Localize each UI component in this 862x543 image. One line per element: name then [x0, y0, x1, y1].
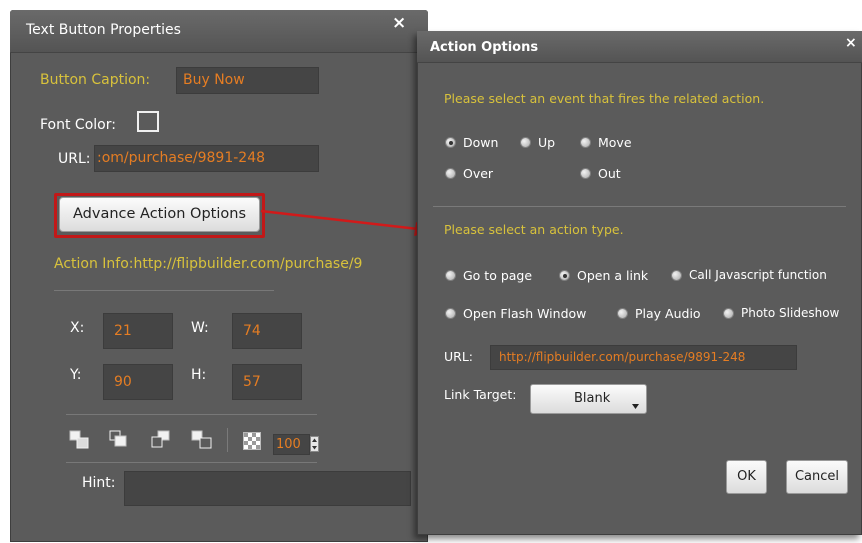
radio-icon[interactable]: [580, 137, 591, 148]
radio-icon[interactable]: [723, 307, 734, 319]
action-radio-go-to-page[interactable]: Go to page: [445, 268, 532, 283]
cancel-button[interactable]: Cancel: [786, 460, 848, 494]
radio-label: Open Flash Window: [463, 306, 587, 321]
radio-label: Move: [598, 135, 632, 150]
event-radio-out[interactable]: Out: [580, 166, 621, 181]
action-prompt: Please select an action type.: [444, 222, 624, 237]
button-caption-label: Button Caption:: [40, 72, 151, 88]
radio-label: Go to page: [463, 268, 533, 283]
action-url-label: URL:: [444, 349, 474, 364]
right-divider: [433, 206, 846, 207]
radio-icon[interactable]: [445, 137, 456, 148]
button-caption-input[interactable]: Buy Now: [176, 67, 319, 94]
action-url-input[interactable]: http://flipbuilder.com/purchase/9891-248: [490, 345, 797, 370]
action-radio-open-a-link[interactable]: Open a link: [559, 268, 648, 283]
action-radio-open-flash-window[interactable]: Open Flash Window: [445, 306, 586, 321]
radio-label: Play Audio: [635, 306, 701, 321]
action-info-text: Action Info:http://flipbuilder.com/purch…: [54, 256, 363, 272]
radio-icon[interactable]: [520, 137, 531, 148]
x-label: X:: [70, 320, 85, 336]
left-panel-close-icon[interactable]: ×: [392, 15, 406, 32]
radio-icon[interactable]: [617, 308, 628, 319]
right-panel-title: Action Options: [430, 40, 539, 55]
bring-forward-icon[interactable]: [109, 430, 131, 450]
url-label: URL:: [58, 151, 91, 167]
opacity-stepper-icon[interactable]: [310, 436, 319, 452]
left-divider-2: [66, 414, 317, 415]
radio-icon[interactable]: [580, 168, 591, 179]
radio-icon[interactable]: [559, 270, 570, 281]
link-target-label: Link Target:: [444, 387, 517, 402]
event-radio-over[interactable]: Over: [445, 166, 493, 181]
left-divider-1: [54, 290, 274, 291]
event-radio-up[interactable]: Up: [520, 135, 555, 150]
event-prompt: Please select an event that fires the re…: [444, 91, 765, 106]
font-color-label: Font Color:: [40, 117, 116, 133]
radio-label: Over: [463, 166, 494, 181]
link-target-select[interactable]: Blank: [530, 384, 647, 414]
h-input[interactable]: 57: [232, 364, 302, 400]
red-arrow-icon: [260, 209, 436, 236]
hint-label: Hint:: [82, 475, 116, 491]
event-radio-move[interactable]: Move: [580, 135, 632, 150]
send-backward-icon[interactable]: [150, 430, 172, 450]
radio-label: Out: [598, 166, 621, 181]
left-divider-3: [66, 462, 317, 463]
radio-label: Up: [538, 135, 556, 150]
radio-icon[interactable]: [445, 308, 456, 319]
ok-button[interactable]: OK: [726, 460, 767, 494]
opacity-checker-icon: [243, 432, 261, 450]
icon-separator: [227, 428, 228, 452]
y-input[interactable]: 90: [103, 364, 173, 400]
event-radio-down[interactable]: Down: [445, 135, 498, 150]
action-radio-photo-slideshow[interactable]: Photo Slideshow: [723, 306, 839, 320]
y-label: Y:: [70, 367, 82, 383]
radio-label: Down: [463, 135, 499, 150]
radio-icon[interactable]: [445, 270, 456, 281]
w-input[interactable]: 74: [232, 313, 302, 349]
link-target-value: Blank: [574, 391, 611, 406]
action-radio-call-javascript[interactable]: Call Javascript function: [671, 268, 827, 282]
advance-action-options-button[interactable]: Advance Action Options: [59, 197, 260, 232]
x-input[interactable]: 21: [103, 313, 173, 349]
radio-label: Call Javascript function: [689, 268, 827, 282]
url-input[interactable]: :om/purchase/9891-248: [94, 145, 319, 172]
radio-label: Photo Slideshow: [741, 306, 840, 320]
chevron-down-icon: [632, 404, 639, 409]
action-radio-play-audio[interactable]: Play Audio: [617, 306, 701, 321]
w-label: W:: [191, 320, 209, 336]
radio-label: Open a link: [577, 268, 649, 283]
h-label: H:: [191, 367, 207, 383]
opacity-input[interactable]: 100: [273, 434, 310, 455]
send-to-back-icon[interactable]: [191, 430, 213, 450]
radio-icon[interactable]: [671, 269, 682, 281]
bring-to-front-icon[interactable]: [69, 430, 91, 450]
font-color-swatch[interactable]: [137, 111, 159, 132]
radio-icon[interactable]: [445, 168, 456, 179]
hint-input[interactable]: [124, 471, 411, 506]
left-panel-title: Text Button Properties: [26, 22, 181, 38]
right-panel-close-icon[interactable]: ×: [845, 36, 857, 50]
